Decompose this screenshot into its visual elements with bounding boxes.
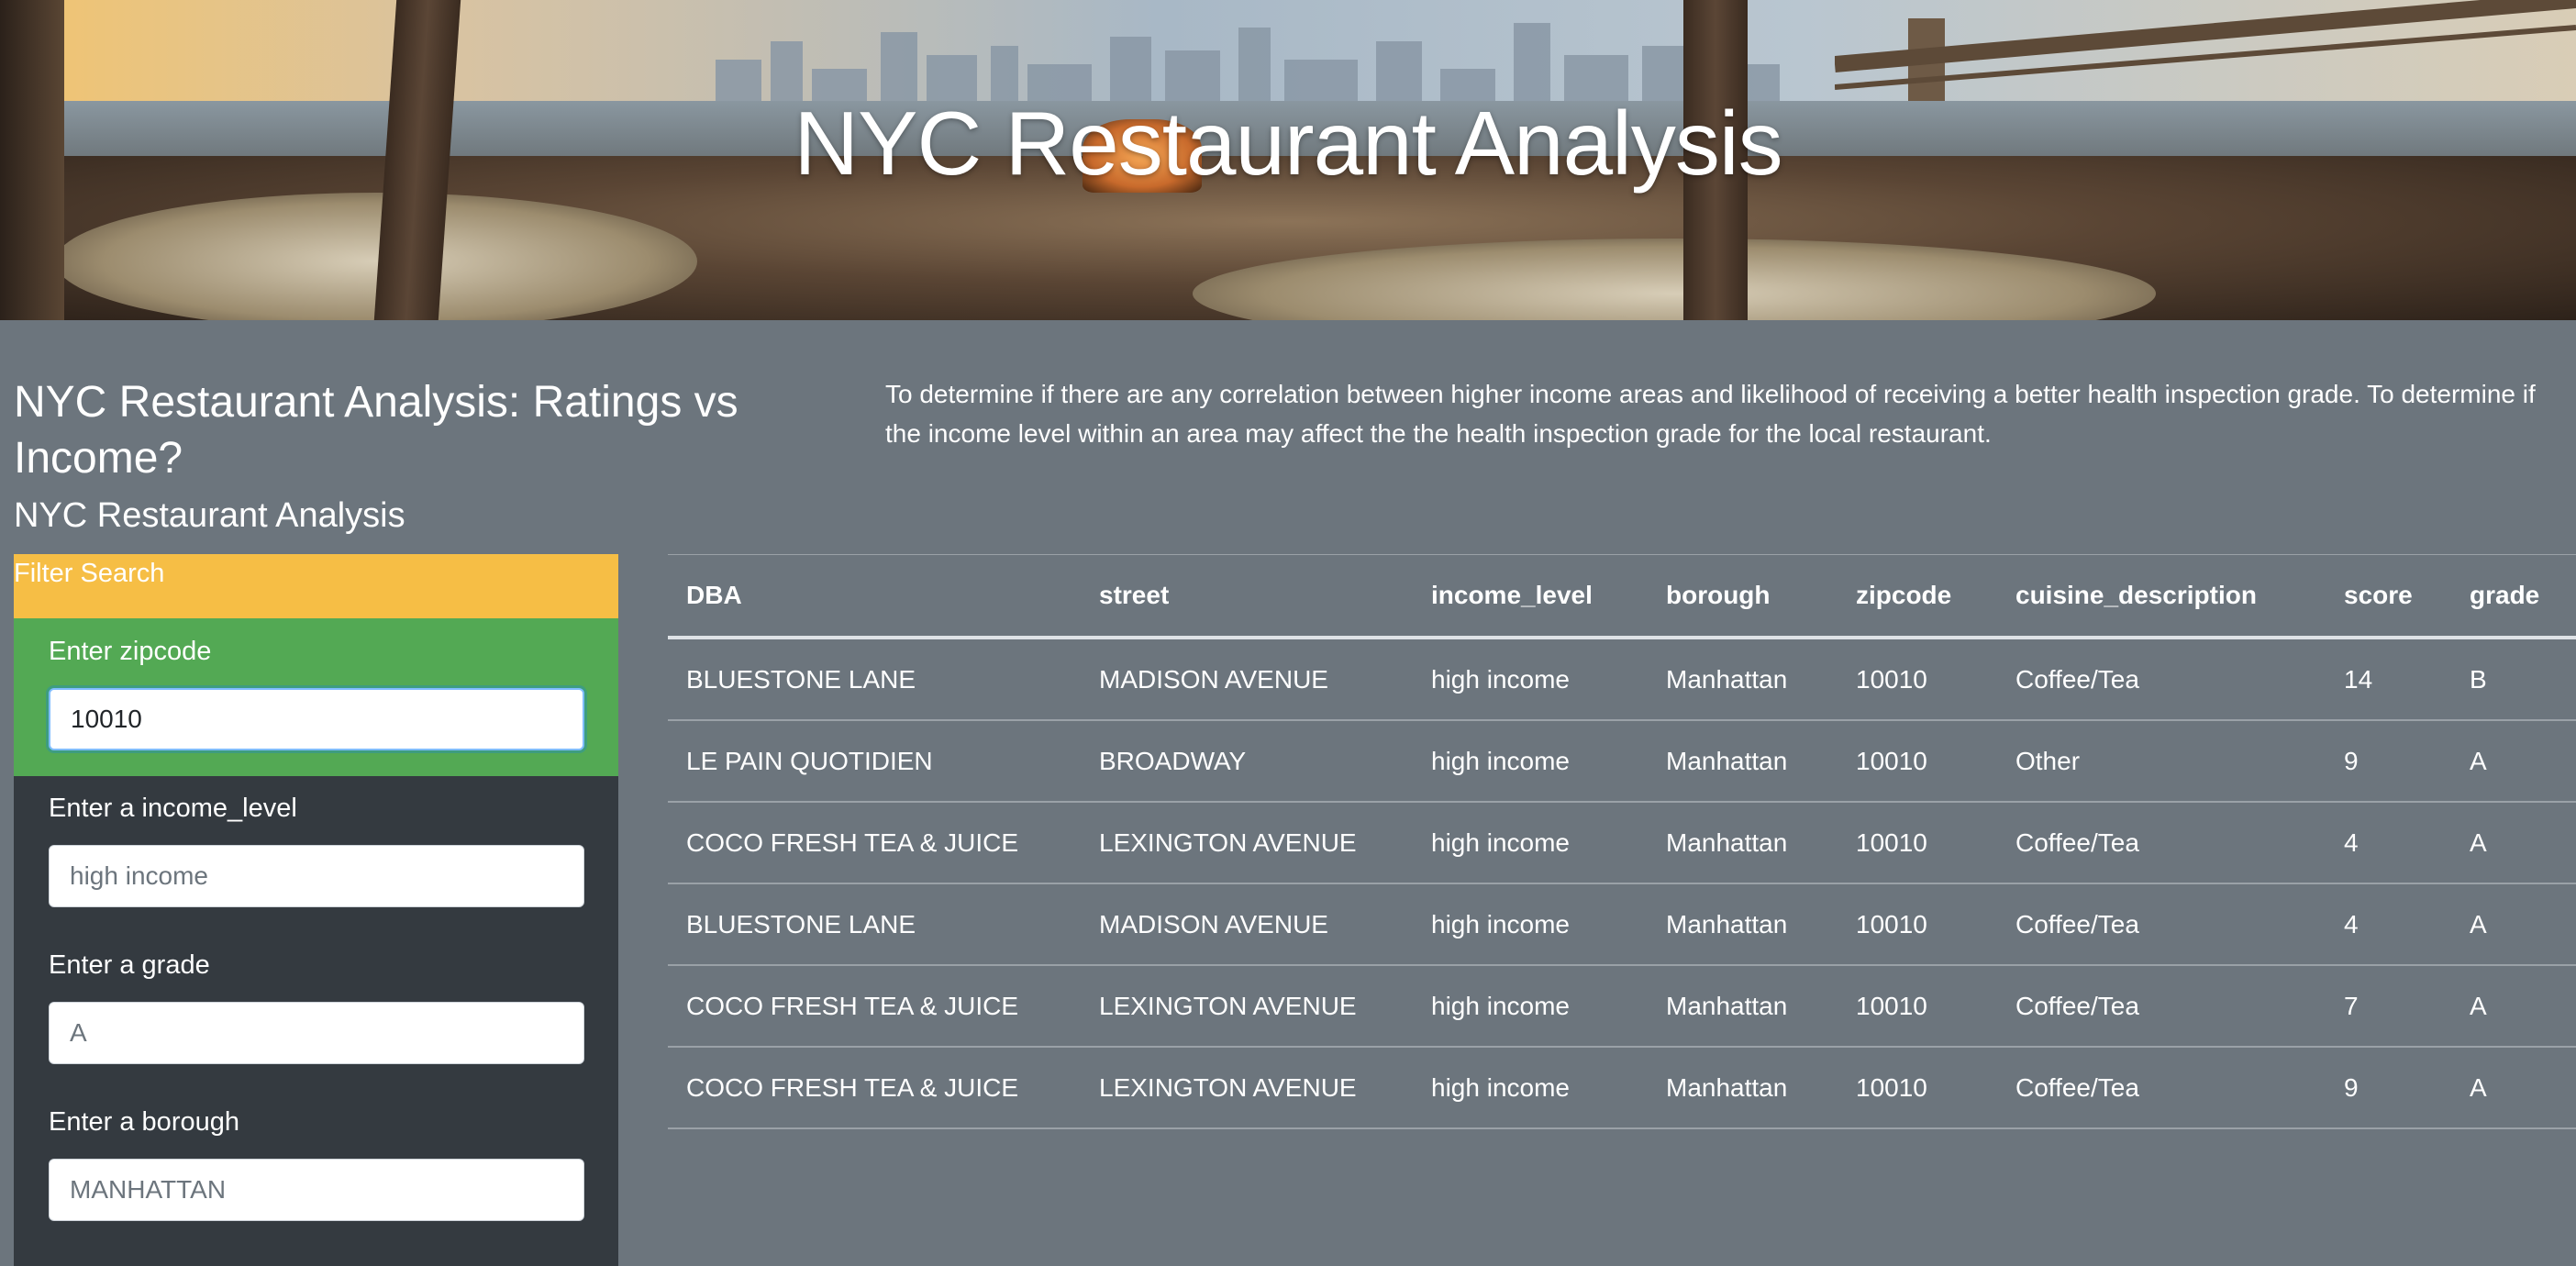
column-header-dba: DBA bbox=[668, 554, 1081, 639]
income-level-label: Enter a income_level bbox=[49, 794, 297, 823]
cell-street: LEXINGTON AVENUE bbox=[1081, 802, 1413, 884]
cell-grade: A bbox=[2451, 802, 2576, 884]
zipcode-label: Enter zipcode bbox=[49, 637, 212, 666]
table-row: COCO FRESH TEA & JUICE LEXINGTON AVENUE … bbox=[668, 1047, 2576, 1129]
cell-income-level: high income bbox=[1413, 638, 1648, 721]
cell-cuisine-description: Coffee/Tea bbox=[1997, 883, 2326, 966]
cell-borough: Manhattan bbox=[1648, 883, 1838, 966]
cell-dba: BLUESTONE LANE bbox=[668, 883, 1081, 966]
grade-input[interactable] bbox=[49, 1002, 584, 1064]
borough-label: Enter a borough bbox=[49, 1107, 239, 1137]
cell-score: 7 bbox=[2326, 965, 2451, 1048]
cell-grade: A bbox=[2451, 883, 2576, 966]
cell-street: BROADWAY bbox=[1081, 720, 1413, 803]
column-header-income-level: income_level bbox=[1413, 554, 1648, 639]
zipcode-input[interactable] bbox=[49, 688, 584, 750]
cell-zipcode: 10010 bbox=[1838, 965, 1997, 1048]
cell-income-level: high income bbox=[1413, 965, 1648, 1048]
cell-dba: BLUESTONE LANE bbox=[668, 638, 1081, 721]
cell-street: LEXINGTON AVENUE bbox=[1081, 1047, 1413, 1129]
income-level-filter-group: Enter a income_level bbox=[14, 775, 618, 933]
table-header: DBA street income_level borough zipcode … bbox=[668, 554, 2576, 639]
cell-score: 14 bbox=[2326, 638, 2451, 721]
cell-grade: B bbox=[2451, 638, 2576, 721]
cell-borough: Manhattan bbox=[1648, 720, 1838, 803]
table-body: BLUESTONE LANE MADISON AVENUE high incom… bbox=[668, 638, 2576, 1129]
cell-street: MADISON AVENUE bbox=[1081, 883, 1413, 966]
cell-score: 4 bbox=[2326, 883, 2451, 966]
cell-cuisine-description: Coffee/Tea bbox=[1997, 802, 2326, 884]
cell-dba: COCO FRESH TEA & JUICE bbox=[668, 1047, 1081, 1129]
page-subtitle: NYC Restaurant Analysis bbox=[14, 496, 405, 535]
cell-grade: A bbox=[2451, 720, 2576, 803]
cell-zipcode: 10010 bbox=[1838, 883, 1997, 966]
hero-banner: NYC Restaurant Analysis bbox=[0, 0, 2576, 320]
zipcode-filter-group: Enter zipcode bbox=[14, 618, 618, 776]
cell-grade: A bbox=[2451, 965, 2576, 1048]
table-header-row: DBA street income_level borough zipcode … bbox=[668, 554, 2576, 639]
table-row: LE PAIN QUOTIDIEN BROADWAY high income M… bbox=[668, 720, 2576, 803]
column-header-grade: grade bbox=[2451, 554, 2576, 639]
table-row: BLUESTONE LANE MADISON AVENUE high incom… bbox=[668, 638, 2576, 721]
column-header-zipcode: zipcode bbox=[1838, 554, 1997, 639]
cell-score: 9 bbox=[2326, 1047, 2451, 1129]
table-row: BLUESTONE LANE MADISON AVENUE high incom… bbox=[668, 883, 2576, 966]
column-header-score: score bbox=[2326, 554, 2451, 639]
cell-street: MADISON AVENUE bbox=[1081, 638, 1413, 721]
column-header-borough: borough bbox=[1648, 554, 1838, 639]
filter-header-label: Filter Search bbox=[14, 559, 165, 588]
cell-zipcode: 10010 bbox=[1838, 1047, 1997, 1129]
borough-input[interactable] bbox=[49, 1159, 584, 1221]
cell-zipcode: 10010 bbox=[1838, 720, 1997, 803]
table-row: COCO FRESH TEA & JUICE LEXINGTON AVENUE … bbox=[668, 965, 2576, 1048]
cell-street: LEXINGTON AVENUE bbox=[1081, 965, 1413, 1048]
cell-cuisine-description: Coffee/Tea bbox=[1997, 965, 2326, 1048]
cell-income-level: high income bbox=[1413, 1047, 1648, 1129]
page-title: NYC Restaurant Analysis: Ratings vs Inco… bbox=[14, 378, 738, 483]
cell-dba: COCO FRESH TEA & JUICE bbox=[668, 802, 1081, 884]
cell-borough: Manhattan bbox=[1648, 802, 1838, 884]
filter-header: Filter Search bbox=[14, 554, 618, 618]
column-header-street: street bbox=[1081, 554, 1413, 639]
cell-borough: Manhattan bbox=[1648, 965, 1838, 1048]
page-description: To determine if there are any correlatio… bbox=[885, 380, 2536, 448]
borough-filter-group: Enter a borough bbox=[14, 1089, 618, 1247]
cell-income-level: high income bbox=[1413, 720, 1648, 803]
cell-zipcode: 10010 bbox=[1838, 638, 1997, 721]
cell-income-level: high income bbox=[1413, 883, 1648, 966]
filter-panel: Filter Search Enter zipcode Enter a inco… bbox=[14, 554, 618, 1266]
grade-label: Enter a grade bbox=[49, 950, 210, 980]
cell-borough: Manhattan bbox=[1648, 1047, 1838, 1129]
grade-filter-group: Enter a grade bbox=[14, 932, 618, 1090]
cell-score: 4 bbox=[2326, 802, 2451, 884]
cell-dba: COCO FRESH TEA & JUICE bbox=[668, 965, 1081, 1048]
cell-income-level: high income bbox=[1413, 802, 1648, 884]
cell-borough: Manhattan bbox=[1648, 638, 1838, 721]
cell-cuisine-description: Coffee/Tea bbox=[1997, 1047, 2326, 1129]
cell-score: 9 bbox=[2326, 720, 2451, 803]
cell-grade: A bbox=[2451, 1047, 2576, 1129]
cell-zipcode: 10010 bbox=[1838, 802, 1997, 884]
cell-cuisine-description: Coffee/Tea bbox=[1997, 638, 2326, 721]
column-header-cuisine-description: cuisine_description bbox=[1997, 554, 2326, 639]
results-table: DBA street income_level borough zipcode … bbox=[668, 554, 2576, 1129]
income-level-input[interactable] bbox=[49, 845, 584, 907]
table-row: COCO FRESH TEA & JUICE LEXINGTON AVENUE … bbox=[668, 802, 2576, 884]
hero-title: NYC Restaurant Analysis bbox=[794, 93, 1782, 194]
cell-dba: LE PAIN QUOTIDIEN bbox=[668, 720, 1081, 803]
cell-cuisine-description: Other bbox=[1997, 720, 2326, 803]
